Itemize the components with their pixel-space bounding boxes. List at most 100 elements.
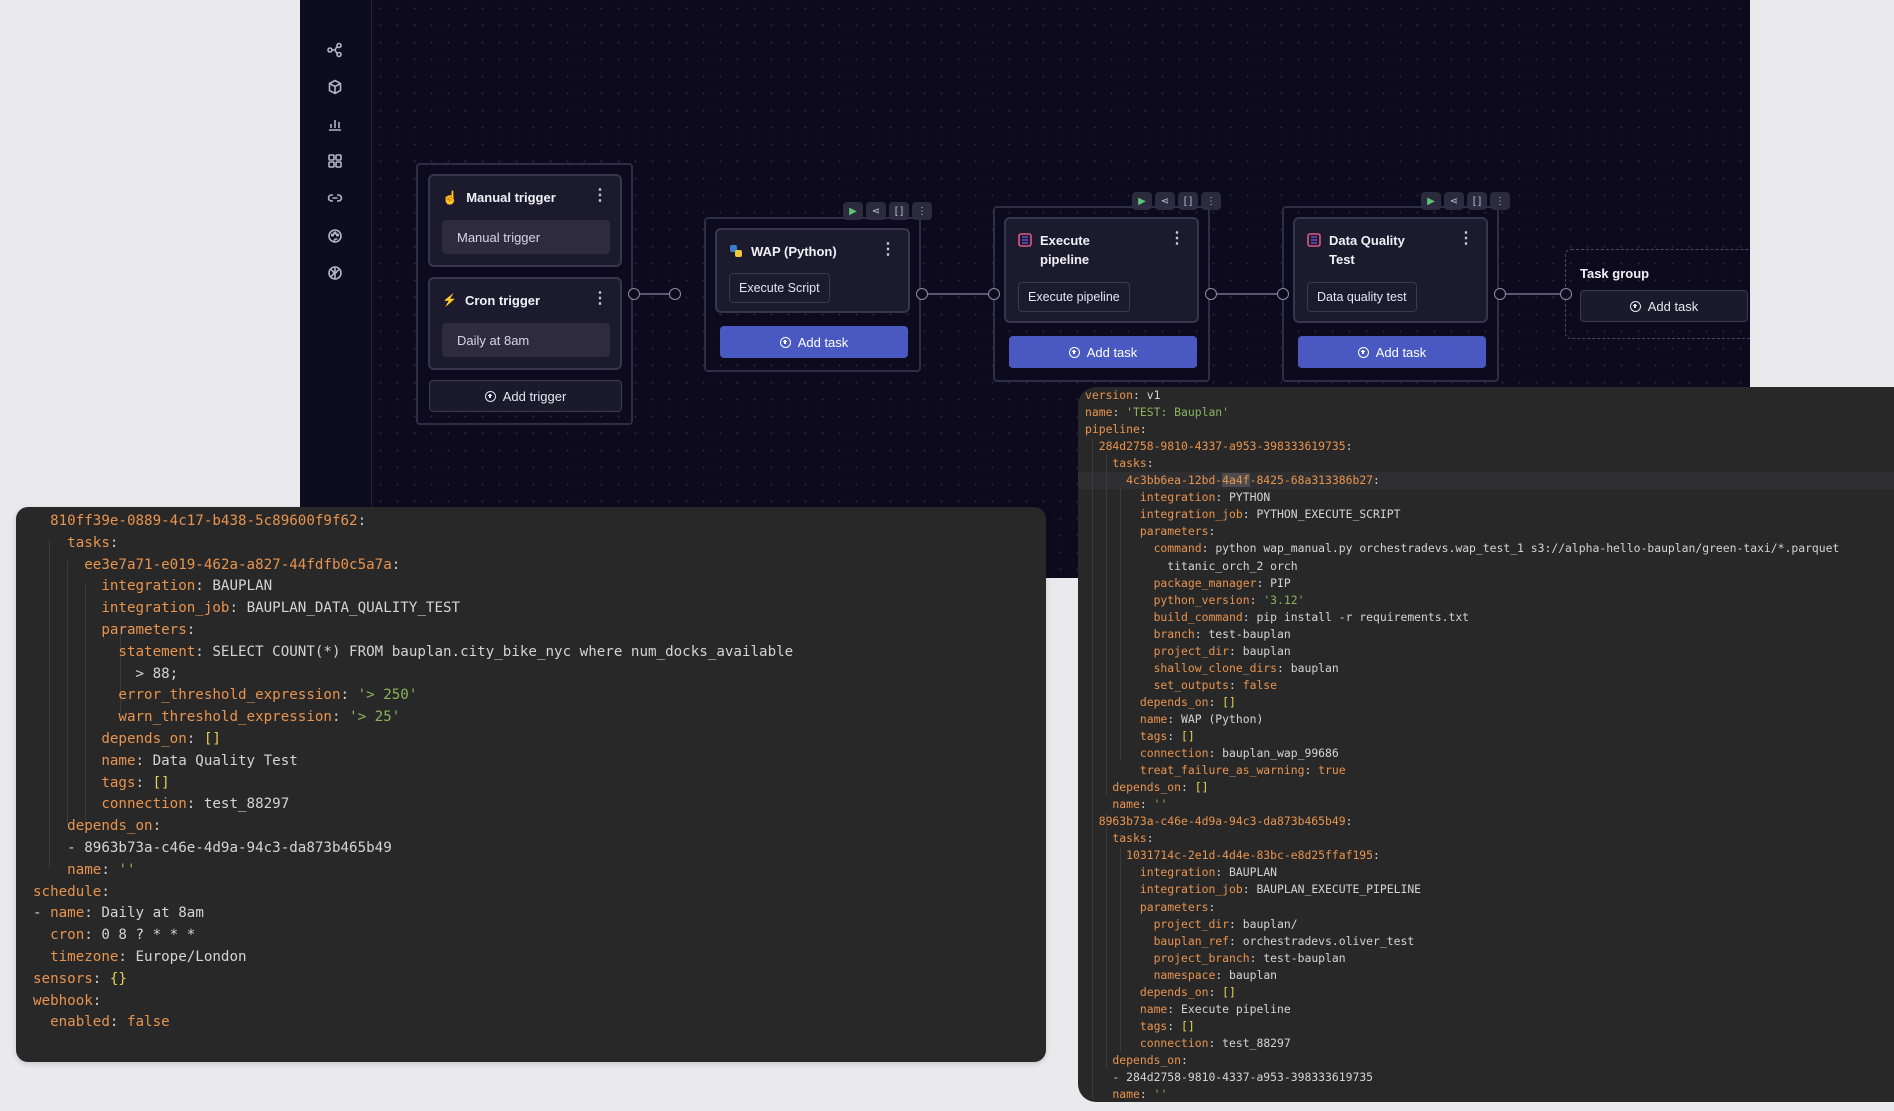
code-token: name [33,861,102,878]
task-node-execute-pipeline[interactable]: Execute pipeline ⋮ Execute pipeline [1004,217,1199,323]
manual-trigger-node[interactable]: ☝ Manual trigger ⋮ Manual trigger [428,174,622,267]
code-token: '' [1153,1087,1168,1102]
code-token: bauplan [1229,967,1278,982]
palette-icon[interactable] [323,224,347,248]
yaml-code-panel-left[interactable]: 810ff39e-0889-4c17-b438-5c89600f9f62: ta… [16,507,1046,1062]
code-line: depends_on: [] [1085,984,1236,1001]
code-token: Europe/London [135,949,247,965]
code-line: command: python wap_manual.py orchestrad… [1085,540,1840,557]
code-token: build_command [1085,609,1243,624]
more-options-icon[interactable]: ⋮ [1458,231,1474,247]
code-token: : [1373,473,1380,488]
code-token: ee3e7a71-e019-462a-a827-44fdfb0c5a7a [33,556,392,573]
input-port[interactable] [1277,288,1289,300]
cron-trigger-node[interactable]: ⚡ Cron trigger ⋮ Daily at 8am [428,277,622,370]
output-port[interactable] [916,288,928,300]
code-token: : [1194,626,1209,641]
code-line: shallow_clone_dirs: bauplan [1085,660,1339,677]
code-token: '' [1153,797,1168,812]
yaml-code-panel-right[interactable]: version: v1 name: 'TEST: Bauplan' pipeline… [1078,387,1894,1102]
box-icon[interactable] [323,75,347,99]
add-trigger-button[interactable]: Add trigger [429,380,622,412]
node-header: Data Quality Test [1307,231,1452,269]
code-token: 1031714c-2e1d-4d4e-83bc-e8d25ffaf195 [1085,848,1374,863]
output-port[interactable] [1205,288,1217,300]
code-token: '> 25' [349,709,401,726]
add-trigger-label: Add trigger [502,388,567,404]
output-port[interactable] [628,288,640,300]
code-token: 284d2758-9810-4337-a953-398333619735 [1126,1070,1374,1084]
code-line: depends_on: [] [33,729,221,751]
bauplan-icon [1307,233,1321,247]
code-token: tasks [1085,456,1147,471]
more-options-icon[interactable]: ⋮ [592,188,608,204]
code-token: test_88297 [203,796,290,813]
code-line: name: WAP (Python) [1085,711,1263,728]
add-task-button[interactable]: Add task [720,326,908,358]
code-line: integration: BAUPLAN [1085,864,1277,881]
code-token: [] [1181,729,1195,743]
code-token: bauplan/ [1242,916,1298,931]
code-line: tags: [] [33,773,169,795]
code-line: statement: SELECT COUNT(*) FROM bauplan.… [33,642,793,664]
brain-icon[interactable] [323,261,347,285]
output-port[interactable] [1494,288,1506,300]
pipelines-icon[interactable] [323,38,347,62]
code-line: parameters: [1085,899,1215,916]
bar-chart-icon[interactable] [323,112,347,136]
code-token: SELECT COUNT(*) FROM bauplan.city_bike_n… [212,643,794,660]
input-port[interactable] [1560,288,1572,300]
code-line: ee3e7a71-e019-462a-a827-44fdfb0c5a7a: [33,555,400,577]
code-token: : [1242,507,1257,522]
code-token: : [1208,524,1216,539]
code-token: bauplan [1290,660,1339,675]
link-icon[interactable] [323,186,347,210]
add-task-button[interactable]: Add task [1009,336,1197,368]
code-token: python wap_manual.py orchestradevs.wap_t… [1215,541,1840,556]
code-line: - 284d2758-9810-4337-a953-398333619735 [1085,1069,1373,1086]
add-task-button[interactable]: Add task [1580,290,1748,322]
code-line: name: 'TEST: Bauplan' [1085,404,1229,421]
code-token: project_branch [1085,950,1250,965]
code-token: : [135,752,153,769]
code-token: : [1167,1001,1182,1016]
code-line: tasks: [1085,455,1153,472]
code-line: package_manager: PIP [1085,575,1291,592]
task-node-wap-python[interactable]: WAP (Python) ⋮ Execute Script [715,228,910,313]
code-token: Daily at 8am [101,905,204,922]
code-token: : [1208,694,1223,709]
grid-icon[interactable] [323,149,347,173]
code-line: cron: 0 8 ? * * * [33,925,195,947]
code-token: : [1167,729,1182,743]
code-token: : [1139,1087,1154,1102]
more-options-icon[interactable]: ⋮ [880,242,896,258]
more-options-icon[interactable]: ⋮ [1169,231,1185,247]
code-line: 1031714c-2e1d-4d4e-83bc-e8d25ffaf195: [1085,847,1380,864]
task-node-data-quality-test[interactable]: Data Quality Test ⋮ Data quality test [1293,217,1488,323]
code-token: : [1208,984,1223,999]
code-token: schedule [33,883,102,900]
code-token: : [1345,439,1353,454]
code-token: : [1373,848,1380,863]
hand-icon: ☝ [442,190,459,205]
code-line: bauplan_ref: orchestradevs.oliver_test [1085,933,1415,950]
task-group-placeholder[interactable]: Task group Add task [1565,249,1750,339]
add-task-button[interactable]: Add task [1298,336,1486,368]
code-token: python_version [1085,592,1250,607]
input-port[interactable] [988,288,1000,300]
code-token: : [357,513,367,529]
more-options-icon[interactable]: ⋮ [592,291,608,307]
plus-circle-icon [1629,300,1641,312]
code-token: [] [1222,694,1236,709]
code-token: : [84,905,102,922]
input-port[interactable] [669,288,681,300]
code-token: : [186,622,196,638]
code-line: name: Execute pipeline [1085,1001,1291,1018]
code-token: : [1242,609,1257,624]
code-token: tasks [1085,831,1147,846]
code-line: titanic_orch_2 orch [1085,558,1297,575]
code-token: enabled [33,1014,110,1031]
code-token: PYTHON [1229,490,1271,505]
code-token: : [331,709,350,726]
code-token: 4c3bb6ea-12bd- [1085,473,1223,488]
